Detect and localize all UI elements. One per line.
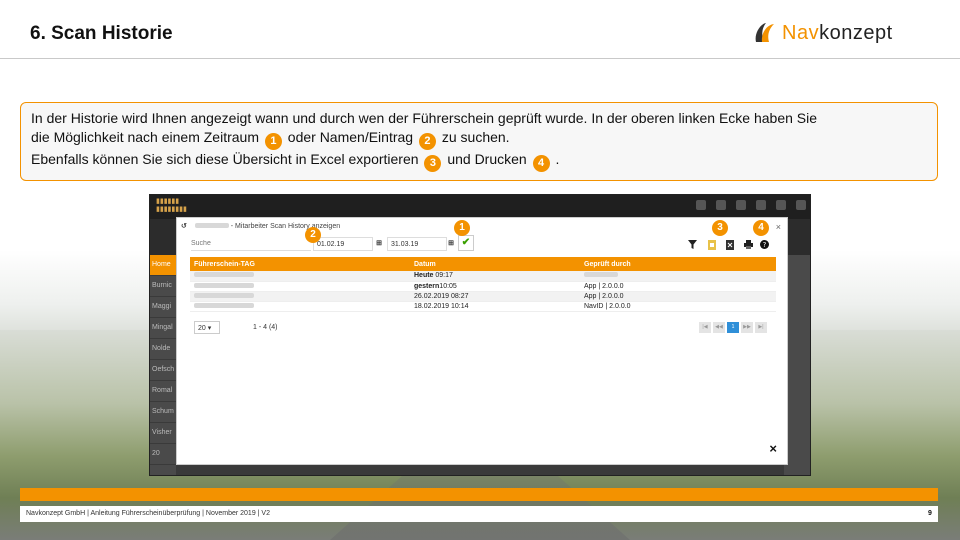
prev-page-button[interactable]: ◀◀ <box>713 322 725 333</box>
date-cell: gestern10:05 <box>410 281 580 292</box>
date-cell: 18.02.2019 10:14 <box>410 301 580 312</box>
logo-mark-icon <box>755 23 774 42</box>
calendar-icon[interactable]: ⊞ <box>373 237 385 251</box>
first-page-button[interactable]: |◀ <box>699 322 711 333</box>
sidebar-item[interactable]: Oefsch <box>150 360 176 381</box>
footer-text: Navkonzept GmbH | Anleitung Führerschein… <box>26 510 270 517</box>
page-info: 1 - 4 (4) <box>253 324 278 331</box>
app-toolbar-icons <box>696 200 806 210</box>
info-line-1: In der Historie wird Ihnen angezeigt wan… <box>31 110 818 126</box>
date-to-field[interactable]: 31.03.19 <box>387 237 447 251</box>
sidebar-item[interactable]: Burnic <box>150 276 176 297</box>
date-cell: Heute 09:17 <box>410 271 580 282</box>
column-header[interactable]: Geprüft durch <box>580 257 776 271</box>
redacted-cell <box>190 301 410 312</box>
sidebar-item[interactable]: Home <box>150 255 176 276</box>
sidebar-item[interactable]: Romal <box>150 381 176 402</box>
checked-by-cell: NavID | 2.0.0.0 <box>580 301 776 312</box>
app-sidebar: Home Burnic Maggi Mingal Nolde Oefsch Ro… <box>150 255 176 475</box>
date-cell: 26.02.2019 08:27 <box>410 291 580 302</box>
sidebar-item[interactable]: 20 <box>150 444 176 465</box>
slide-title: 6. Scan Historie <box>30 23 173 44</box>
info-box: In der Historie wird Ihnen angezeigt wan… <box>20 102 938 181</box>
footer-accent-bar <box>20 488 938 501</box>
date-from-field[interactable]: 01.02.19 <box>313 237 373 251</box>
scan-history-modal: ↺ - Mitarbeiter Scan History anzeigen × … <box>176 217 788 465</box>
navkonzept-logo: Navkonzept <box>752 20 893 46</box>
calendar-icon[interactable]: ⊞ <box>445 237 457 251</box>
close-icon[interactable]: × <box>776 222 781 232</box>
info-line-3: Ebenfalls können Sie sich diese Übersich… <box>31 150 927 172</box>
sidebar-item[interactable]: Visher <box>150 423 176 444</box>
last-page-button[interactable]: ▶| <box>755 322 767 333</box>
badge-4: 4 <box>532 155 550 172</box>
logo-text: Navkonzept <box>782 21 893 44</box>
search-input[interactable] <box>191 237 311 251</box>
app-icon[interactable] <box>776 200 786 210</box>
redacted-cell <box>190 271 410 282</box>
app-icon[interactable] <box>716 200 726 210</box>
next-page-button[interactable]: ▶▶ <box>741 322 753 333</box>
close-icon[interactable]: × <box>769 441 777 456</box>
chevron-down-icon: ▾ <box>207 325 212 332</box>
app-icon[interactable] <box>736 200 746 210</box>
info-line-2: die Möglichkeit nach einem Zeitraum 1 od… <box>31 128 927 150</box>
page-size-select[interactable]: 20 ▾ <box>194 321 220 334</box>
header-divider <box>0 58 960 59</box>
page-button[interactable]: 1 <box>727 322 739 333</box>
app-icon[interactable] <box>796 200 806 210</box>
badge-3: 3 <box>424 155 442 172</box>
checked-by-cell <box>580 271 776 282</box>
table-row[interactable]: Heute 09:17 <box>190 271 776 282</box>
badge-3: 3 <box>712 220 728 236</box>
svg-text:?: ? <box>762 241 766 249</box>
table-row[interactable]: 18.02.2019 10:14 NavID | 2.0.0.0 <box>190 301 776 312</box>
column-header[interactable]: Datum <box>410 257 580 271</box>
app-screenshot: ▮▮▮▮▮▮ ▮▮▮▮▮▮▮▮ Home Burnic Maggi Mingal … <box>149 194 811 476</box>
app-icon[interactable] <box>756 200 766 210</box>
page-number: 9 <box>928 510 932 517</box>
back-icon[interactable]: ↺ <box>181 223 187 230</box>
help-icon[interactable]: ? <box>759 240 769 250</box>
scan-history-table: Führerschein-TAG Datum Geprüft durch Heu… <box>190 257 776 312</box>
checked-by-cell: App | 2.0.0.0 <box>580 281 776 292</box>
app-icon[interactable] <box>696 200 706 210</box>
redacted-cell <box>190 281 410 292</box>
badge-4: 4 <box>753 220 769 236</box>
table-row[interactable]: gestern10:05 App | 2.0.0.0 <box>190 281 776 292</box>
table-row[interactable]: 26.02.2019 08:27 App | 2.0.0.0 <box>190 291 776 302</box>
apply-filter-button[interactable]: ✔ <box>458 235 474 251</box>
badge-1: 1 <box>454 220 470 236</box>
redacted-cell <box>190 291 410 302</box>
excel-icon[interactable] <box>725 240 735 250</box>
sidebar-item[interactable]: Schum <box>150 402 176 423</box>
badge-2: 2 <box>418 133 436 150</box>
checked-by-cell: App | 2.0.0.0 <box>580 291 776 302</box>
sidebar-item[interactable]: Maggi <box>150 297 176 318</box>
app-top-bar: ▮▮▮▮▮▮ ▮▮▮▮▮▮▮▮ <box>150 195 810 219</box>
filter-icon[interactable] <box>687 240 697 250</box>
sidebar-item[interactable]: Nolde <box>150 339 176 360</box>
print-icon[interactable] <box>743 240 753 250</box>
pager: |◀ ◀◀ 1 ▶▶ ▶| <box>699 322 767 333</box>
app-logo: ▮▮▮▮▮▮ ▮▮▮▮▮▮▮▮ <box>156 198 187 213</box>
badge-1: 1 <box>264 133 282 150</box>
badge-2: 2 <box>305 227 321 243</box>
sidebar-item[interactable]: Mingal <box>150 318 176 339</box>
redacted-name <box>194 223 229 228</box>
column-header[interactable]: Führerschein-TAG <box>190 257 410 271</box>
excel-export-icon[interactable] <box>707 240 717 250</box>
